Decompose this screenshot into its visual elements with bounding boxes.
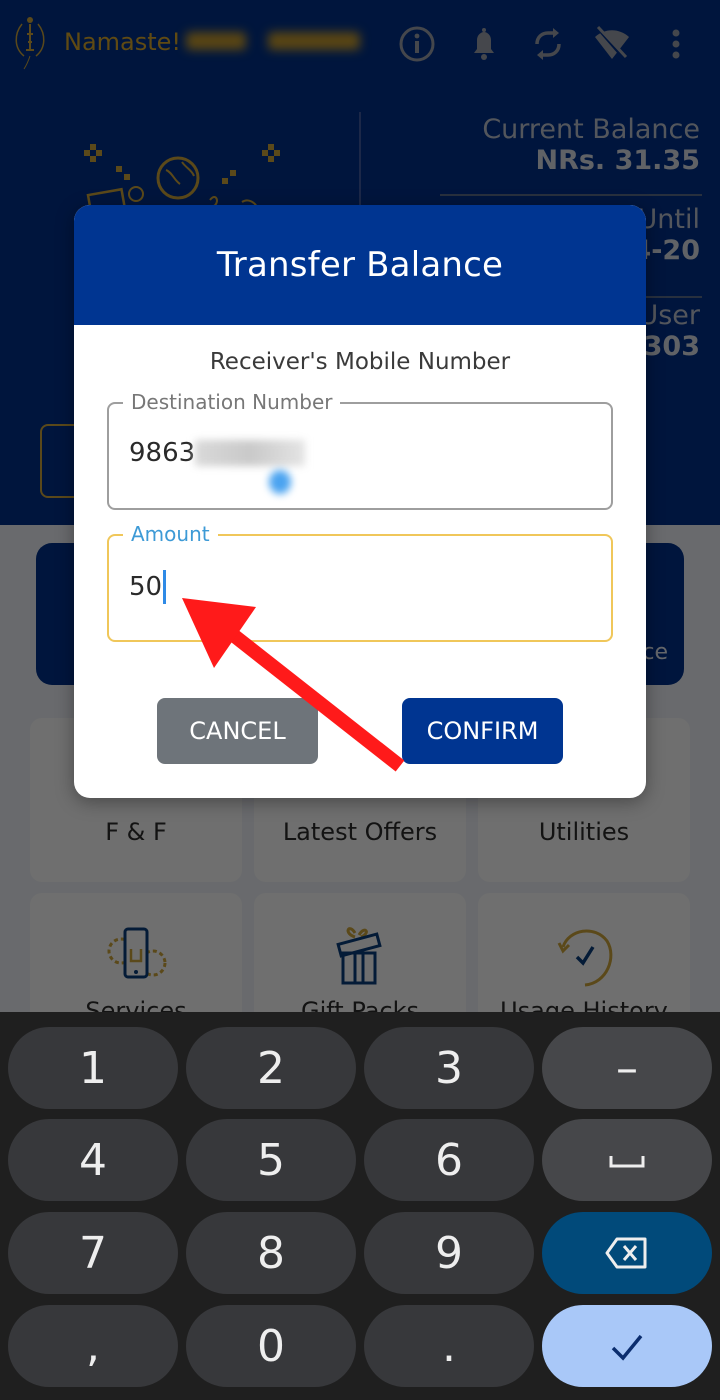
amount-input[interactable]: 50 (129, 570, 167, 604)
destination-number-value: 9863 (129, 438, 196, 468)
key-5[interactable]: 5 (186, 1119, 356, 1201)
dash-key[interactable]: – (542, 1027, 712, 1109)
dialog-header: Transfer Balance (74, 205, 646, 325)
key-1[interactable]: 1 (8, 1027, 178, 1109)
dialog-title: Transfer Balance (216, 245, 504, 285)
done-key[interactable] (542, 1305, 712, 1387)
redacted-number-blur (195, 440, 306, 466)
backspace-key[interactable] (542, 1212, 712, 1294)
key-3[interactable]: 3 (364, 1027, 534, 1109)
confirm-button[interactable]: CONFIRM (402, 698, 563, 764)
key-6[interactable]: 6 (364, 1119, 534, 1201)
key-9[interactable]: 9 (364, 1212, 534, 1294)
dialog-subtitle: Receiver's Mobile Number (209, 349, 511, 375)
transfer-balance-dialog: Transfer Balance Receiver's Mobile Numbe… (74, 205, 646, 798)
amount-field[interactable]: Amount 50 (107, 520, 613, 642)
key-0[interactable]: 0 (186, 1305, 356, 1387)
space-icon (609, 1156, 645, 1168)
app-screen: Namaste! (0, 0, 720, 1400)
key-8[interactable]: 8 (186, 1212, 356, 1294)
key-4[interactable]: 4 (8, 1119, 178, 1201)
cancel-button[interactable]: CANCEL (157, 698, 318, 764)
backspace-icon (605, 1237, 647, 1269)
text-cursor (163, 570, 167, 604)
destination-number-input[interactable]: 9863 (129, 438, 306, 468)
text-handle-icon (269, 470, 291, 494)
destination-number-field[interactable]: Destination Number 9863 (107, 388, 613, 510)
destination-number-label: Destination Number (123, 388, 341, 416)
key-7[interactable]: 7 (8, 1212, 178, 1294)
comma-key[interactable]: , (8, 1305, 178, 1387)
amount-label: Amount (123, 520, 218, 548)
amount-value: 50 (129, 572, 163, 602)
space-key[interactable] (542, 1119, 712, 1201)
period-key[interactable]: . (364, 1305, 534, 1387)
checkmark-icon (611, 1334, 643, 1361)
key-2[interactable]: 2 (186, 1027, 356, 1109)
numeric-keyboard: 1 2 3 – 4 5 6 7 8 9 , 0 . (0, 1012, 720, 1400)
